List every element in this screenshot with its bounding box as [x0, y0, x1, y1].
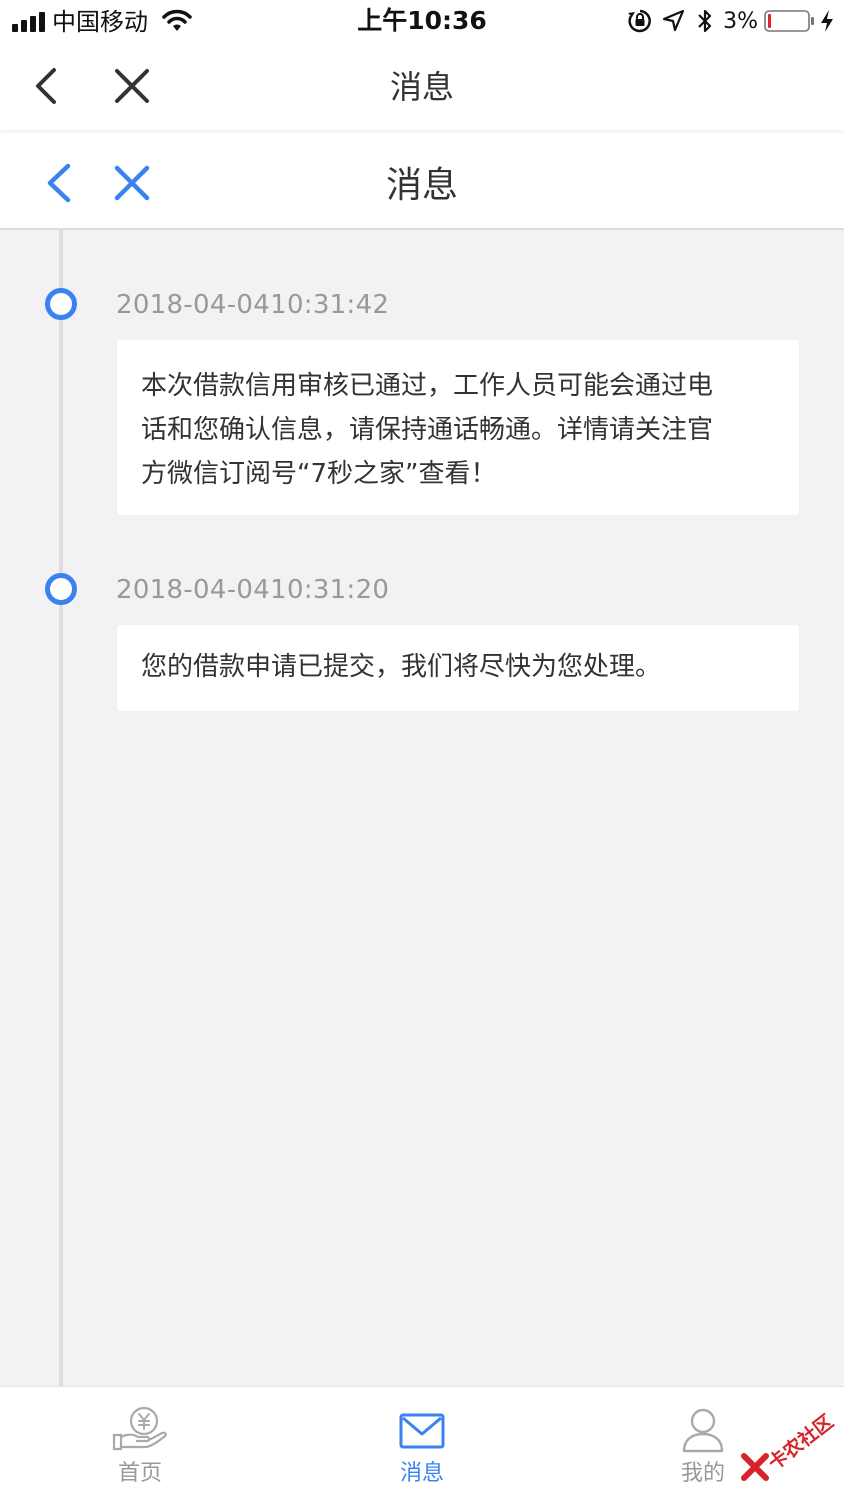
message-timeline[interactable]: 2018-04-0410:31:42 本次借款信用审核已通过，工作人员可能会通过… [0, 230, 844, 1386]
orientation-lock-icon [628, 9, 651, 33]
envelope-icon [399, 1413, 445, 1449]
loan-hand-yuan-icon [112, 1406, 167, 1451]
timeline-dot [45, 573, 77, 605]
message-text: 本次借款信用审核已通过，工作人员可能会通过电 话和您确认信息，请保持通话畅通。详… [141, 364, 775, 496]
tab-label: 消息 [399, 1461, 444, 1486]
watermark-text: 卡农社区 [764, 1410, 838, 1475]
message-card[interactable]: 本次借款信用审核已通过，工作人员可能会通过电 话和您确认信息，请保持通话畅通。详… [117, 340, 799, 515]
outer-nav-bar: 消息 [0, 44, 844, 130]
battery-icon [764, 10, 814, 32]
message-line: 话和您确认信息，请保持通话畅通。详情请关注官 [141, 415, 714, 445]
message-timestamp: 2018-04-0410:31:20 [116, 575, 390, 605]
tab-messages[interactable]: 消息 [352, 1387, 492, 1501]
message-timestamp: 2018-04-0410:31:42 [116, 290, 390, 320]
status-indicators: 3% [627, 6, 834, 36]
message-card[interactable]: 您的借款申请已提交，我们将尽快为您处理。 [117, 625, 799, 711]
tab-home[interactable]: 首页 [70, 1387, 210, 1501]
charging-icon [821, 10, 833, 32]
inner-nav-bar: 消息 [0, 130, 844, 230]
page-title: 消息 [385, 165, 458, 206]
message-line: 您的借款申请已提交，我们将尽快为您处理。 [141, 652, 662, 682]
message-line: 本次借款信用审核已通过，工作人员可能会通过电 [141, 371, 714, 401]
user-icon [682, 1408, 724, 1453]
message-line: 方微信订阅号“7秒之家”查看！ [141, 459, 497, 489]
timeline-line [59, 230, 63, 1386]
location-icon [662, 9, 685, 32]
tab-bar: 首页 消息 我的 [0, 1386, 844, 1501]
tab-label: 首页 [117, 1461, 162, 1486]
bluetooth-icon [698, 9, 712, 33]
message-text: 您的借款申请已提交，我们将尽快为您处理。 [141, 645, 775, 689]
timeline-dot [45, 288, 77, 320]
watermark-logo: 卡农社区 [740, 1404, 838, 1488]
outer-nav-title: 消息 [389, 68, 454, 106]
battery-percent: 3% [723, 8, 758, 34]
status-bar: 中国移动 上午10:36 3% [0, 0, 844, 44]
